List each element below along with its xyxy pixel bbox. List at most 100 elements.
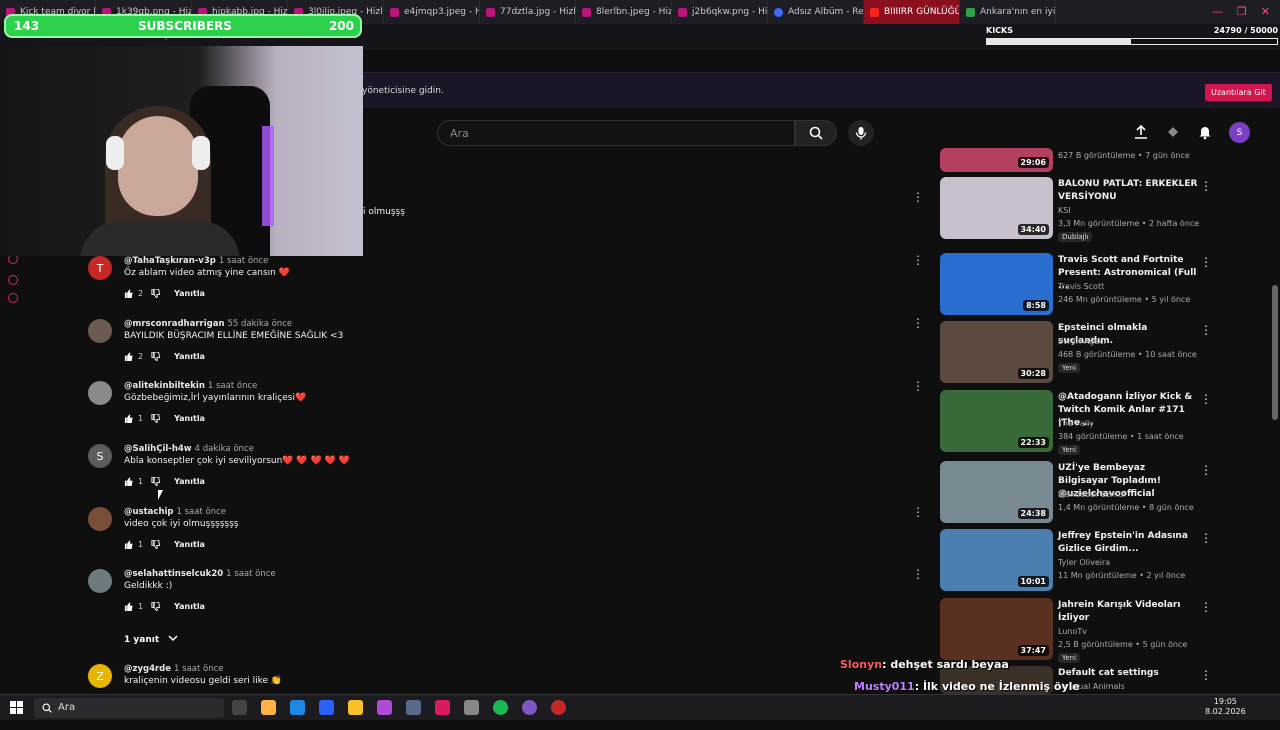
channel-name[interactable]: Mendebur Lemur — [1058, 490, 1126, 499]
spotify-icon[interactable] — [493, 700, 508, 715]
comment-author[interactable]: @zyg4rde 1 saat önce — [124, 664, 224, 674]
app-icon[interactable] — [377, 700, 392, 715]
maximize-icon[interactable]: ❐ — [1237, 5, 1247, 18]
comment-avatar[interactable]: T — [88, 256, 112, 280]
upload-icon[interactable] — [1133, 124, 1149, 140]
close-icon[interactable]: ✕ — [1261, 5, 1270, 18]
recommended-video[interactable]: 8:58 Travis Scott and Fortnite Present: A… — [940, 253, 1240, 317]
rail-icon[interactable] — [8, 293, 18, 303]
video-menu-icon[interactable]: ⋮ — [1200, 463, 1212, 477]
like-icon[interactable] — [124, 289, 133, 298]
app-icon[interactable] — [261, 700, 276, 715]
comment-username[interactable]: @TahaTaşkıran-v3p — [124, 256, 216, 266]
comment-author[interactable]: @selahattinselcuk20 1 saat önce — [124, 569, 276, 579]
comment-author[interactable]: @ustachip 1 saat önce — [124, 507, 226, 517]
video-thumbnail[interactable]: 37:47 — [940, 598, 1053, 660]
comment-author[interactable]: @alitekinbiltekin 1 saat önce — [124, 381, 257, 391]
comment-username[interactable]: @selahattinselcuk20 — [124, 569, 223, 579]
recommended-video[interactable]: 24:38 UZİ'ye Bembeyaz Bilgisayar Topladım… — [940, 461, 1240, 525]
comment-author[interactable]: @SalihÇil-h4w 4 dakika önce — [124, 444, 254, 454]
comment-menu-icon[interactable]: ⋮ — [912, 505, 924, 519]
replies-toggle[interactable]: 1 yanıt — [124, 634, 178, 645]
video-title[interactable]: Jeffrey Epstein'in Adasına Gizlice Girdi… — [1058, 530, 1198, 556]
dislike-icon[interactable] — [151, 602, 161, 611]
browser-tab[interactable]: 77dztla.jpg - Hizl — [480, 0, 576, 24]
app-icon[interactable] — [551, 700, 566, 715]
scrollbar[interactable] — [1272, 285, 1278, 420]
channel-name[interactable]: LunoTv — [1058, 627, 1087, 636]
voice-search-button[interactable] — [848, 120, 874, 146]
edge-icon[interactable] — [290, 700, 305, 715]
minimize-icon[interactable]: — — [1212, 5, 1223, 18]
file-explorer-icon[interactable] — [348, 700, 363, 715]
video-title[interactable]: BALONU PATLAT: ERKEKLER VERSİYONU — [1058, 178, 1198, 204]
browser-tab[interactable]: j2b6qkw.png - Hiz — [672, 0, 768, 24]
reply-button[interactable]: Yanıtla — [174, 477, 205, 486]
comment-menu-icon[interactable]: ⋮ — [912, 379, 924, 393]
like-icon[interactable] — [124, 477, 133, 486]
like-icon[interactable] — [124, 414, 133, 423]
video-thumbnail[interactable]: 10:01 — [940, 529, 1053, 591]
comment-menu-icon[interactable]: ⋮ — [912, 190, 924, 204]
reply-button[interactable]: Yanıtla — [174, 289, 205, 298]
video-menu-icon[interactable]: ⋮ — [1200, 531, 1212, 545]
comment-avatar[interactable] — [88, 507, 112, 531]
browser-tab[interactable]: BIIIIRR GÜNLÜĞÜNE SOS — [864, 0, 960, 24]
recommended-video[interactable]: 34:40 BALONU PATLAT: ERKEKLER VERSİYONU KS… — [940, 177, 1240, 242]
dislike-icon[interactable] — [151, 540, 161, 549]
like-icon[interactable] — [124, 352, 133, 361]
comment-menu-icon[interactable]: ⋮ — [912, 567, 924, 581]
recommended-video[interactable]: 30:28 Epsteinci olmakla suçlandım. Evrim A… — [940, 321, 1240, 385]
comment-username[interactable]: @zyg4rde — [124, 664, 171, 674]
comment-menu-icon[interactable]: ⋮ — [912, 253, 924, 267]
browser-tab[interactable]: Adsız Albüm - Res — [768, 0, 864, 24]
search-button[interactable] — [795, 120, 837, 146]
discord-icon[interactable] — [522, 700, 537, 715]
comment-username[interactable]: @alitekinbiltekin — [124, 381, 205, 391]
video-menu-icon[interactable]: ⋮ — [1200, 600, 1212, 614]
reply-button[interactable]: Yanıtla — [174, 602, 205, 611]
browser-tab[interactable]: Ankara'nın en iyi 8 — [960, 0, 1056, 24]
reply-button[interactable]: Yanıtla — [174, 414, 205, 423]
extension-icon[interactable] — [1165, 124, 1181, 140]
like-icon[interactable] — [124, 602, 133, 611]
windows-start-icon[interactable] — [10, 701, 23, 714]
recommended-video[interactable]: 37:47 Jahrein Karışık Videoları İzliyor Lu… — [940, 598, 1240, 663]
browser-tab[interactable]: 8lerlbn.jpeg - Hizl — [576, 0, 672, 24]
account-avatar[interactable]: S — [1229, 122, 1250, 143]
comment-username[interactable]: @SalihÇil-h4w — [124, 444, 192, 454]
app-icon[interactable] — [406, 700, 421, 715]
search-input[interactable]: Ara — [437, 120, 795, 146]
comment-author[interactable]: @TahaTaşkıran-v3p 1 saat önce — [124, 256, 268, 266]
browser-tab[interactable]: e4jmqp3.jpeg - H — [384, 0, 480, 24]
comment-avatar[interactable]: S — [88, 444, 112, 468]
dislike-icon[interactable] — [151, 352, 161, 361]
comment-username[interactable]: @ustachip — [124, 507, 174, 517]
video-thumbnail[interactable]: 30:28 — [940, 321, 1053, 383]
video-menu-icon[interactable]: ⋮ — [1200, 323, 1212, 337]
store-icon[interactable] — [319, 700, 334, 715]
comment-menu-icon[interactable]: ⋮ — [912, 316, 924, 330]
comment-username[interactable]: @mrsconradharrigan — [124, 319, 225, 329]
channel-name[interactable]: Travis Scott — [1058, 282, 1104, 291]
notification-bell-icon[interactable] — [1197, 124, 1213, 140]
channel-name[interactable]: The Pally — [1058, 419, 1094, 428]
video-menu-icon[interactable]: ⋮ — [1200, 255, 1212, 269]
go-to-extensions-button[interactable]: Uzantılara Git — [1205, 84, 1272, 101]
dislike-icon[interactable] — [151, 414, 161, 423]
recommended-video[interactable]: 10:01 Jeffrey Epstein'in Adasına Gizlice … — [940, 529, 1240, 593]
comment-avatar[interactable] — [88, 319, 112, 343]
channel-name[interactable]: Tyler Oliveira — [1058, 558, 1110, 567]
video-title[interactable]: Jahrein Karışık Videoları İzliyor — [1058, 599, 1198, 625]
channel-name[interactable]: Evrim Ağacı — [1058, 337, 1106, 346]
video-thumbnail[interactable]: 8:58 — [940, 253, 1053, 315]
reply-button[interactable]: Yanıtla — [174, 352, 205, 361]
video-menu-icon[interactable]: ⋮ — [1200, 392, 1212, 406]
comment-avatar[interactable] — [88, 569, 112, 593]
task-view-icon[interactable] — [232, 700, 247, 715]
opera-icon[interactable] — [435, 700, 450, 715]
dislike-icon[interactable] — [151, 289, 161, 298]
taskbar-search-input[interactable]: Ara — [34, 698, 224, 718]
video-thumbnail[interactable]: 29:06 — [940, 148, 1053, 172]
channel-name[interactable]: KSI — [1058, 206, 1071, 215]
